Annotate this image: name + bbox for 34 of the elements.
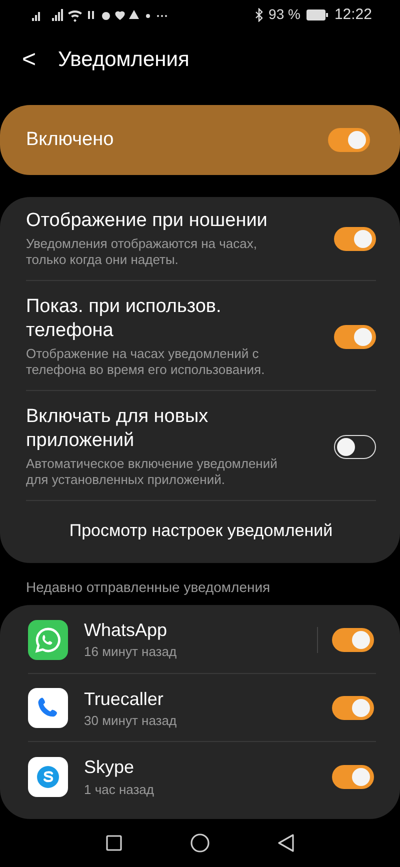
back-nav-button[interactable] <box>278 834 294 852</box>
notification-time: 16 минут назад <box>84 644 178 660</box>
app-name: WhatsApp <box>84 618 168 642</box>
bluetooth-icon <box>254 8 263 22</box>
toggle-switch[interactable] <box>332 696 374 720</box>
app-name: Truecaller <box>84 688 164 710</box>
skype-icon <box>28 757 68 798</box>
view-settings-link[interactable]: Просмотр настроек уведомлений <box>26 501 376 564</box>
setting-title: Включать для новых приложений <box>26 405 210 453</box>
chat-bubble-icon <box>28 620 68 660</box>
home-button[interactable] <box>190 832 210 853</box>
toggle-switch[interactable] <box>334 324 376 349</box>
setting-title: Включено <box>26 128 114 152</box>
toggle-switch[interactable] <box>334 226 376 251</box>
section-label: Недавно отправленные уведомления <box>25 578 272 598</box>
setting-title: Отображение при ношении <box>26 209 268 233</box>
app-name: Skype <box>84 756 136 779</box>
page-title: Уведомления <box>58 46 190 73</box>
setting-description: Уведомления отображаются на часах, только когда они надеты. <box>26 236 258 268</box>
toggle-switch[interactable] <box>328 128 370 152</box>
toggle-switch[interactable] <box>332 765 374 790</box>
recent-apps-button[interactable] <box>106 834 122 851</box>
battery-icon <box>306 9 328 21</box>
battery-percentage: 93 % <box>268 6 300 24</box>
back-button[interactable]: < <box>22 46 36 74</box>
setting-description: Отображение на часах уведомлений с телефона во время его использования. <box>26 346 266 378</box>
notification-time: 1 час назад <box>84 782 155 798</box>
phone-icon <box>28 688 68 728</box>
toggle-switch[interactable] <box>334 434 376 459</box>
toggle-switch[interactable] <box>332 628 374 652</box>
clock: 12:22 <box>334 6 372 24</box>
setting-description: Автоматическое включение уведомлений для установленных приложений. <box>26 456 278 488</box>
notification-time: 30 минут назад <box>84 713 178 730</box>
setting-title: Показ. при использов. телефона <box>26 295 222 343</box>
